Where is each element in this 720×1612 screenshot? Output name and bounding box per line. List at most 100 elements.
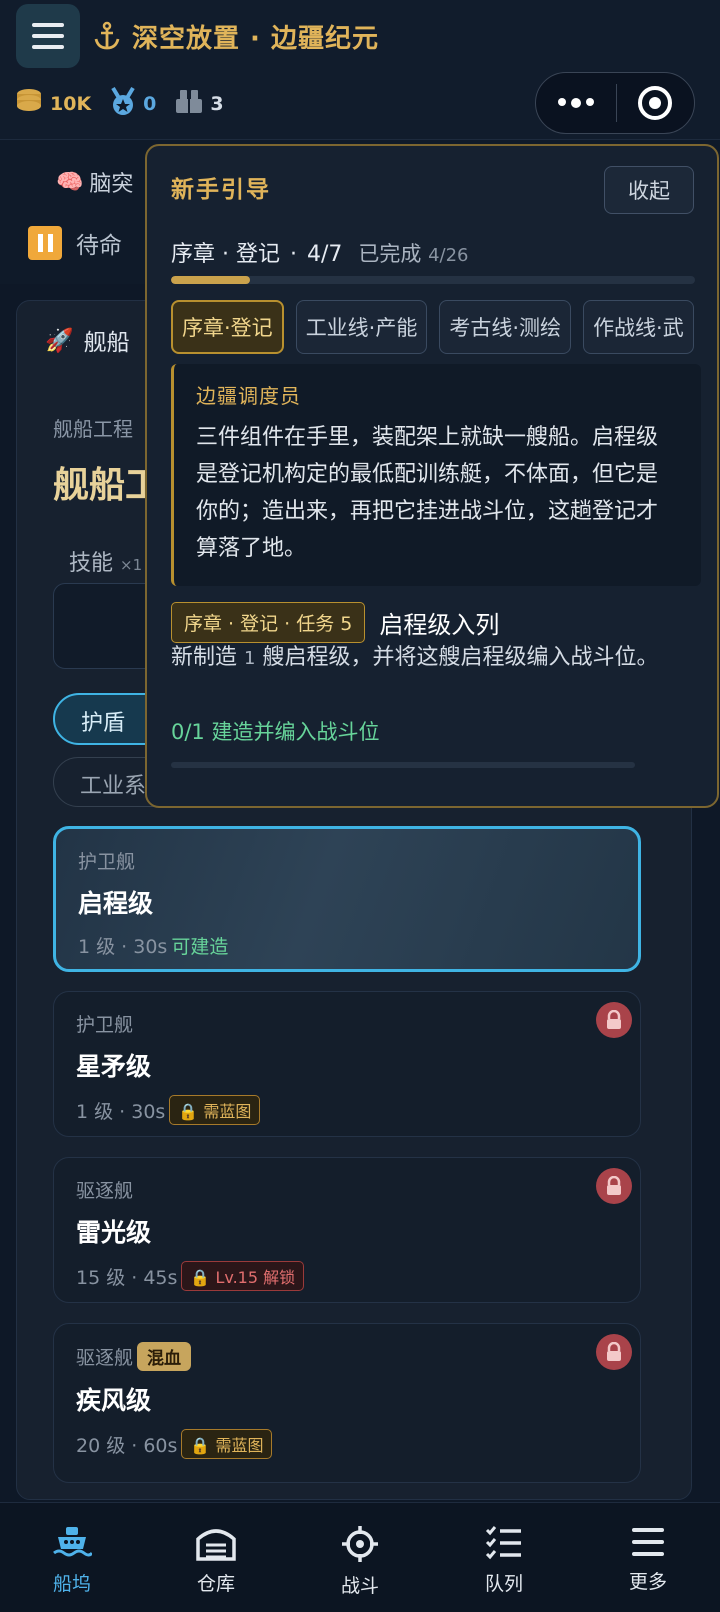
- step-count: 4/7: [306, 242, 343, 267]
- collapse-button[interactable]: 收起: [604, 166, 694, 214]
- medal-icon: [109, 86, 137, 121]
- hamburger-menu-button[interactable]: [16, 4, 80, 68]
- target-icon: [638, 86, 673, 120]
- ship-card[interactable]: 驱逐舰 混血 疾风级 20 级 · 60s 🔒 需蓝图: [53, 1323, 641, 1483]
- medals-value: 0: [143, 92, 157, 115]
- guide-title: 新手引导: [171, 177, 271, 203]
- guide-progress-fill: [171, 276, 250, 284]
- blueprint-required-tag: 🔒 需蓝图: [181, 1429, 273, 1459]
- app-title-text: 深空放置 · 边疆纪元: [132, 23, 379, 54]
- lock-icon: [596, 1334, 632, 1370]
- bottom-nav: 船坞 仓库 战斗 队列 更多: [0, 1502, 720, 1612]
- nav-battle[interactable]: 战斗: [288, 1503, 432, 1612]
- coins-icon: [14, 88, 44, 119]
- pause-icon: [28, 226, 62, 260]
- speech-text: 三件组件在手里，装配架上就缺一艘船。启程级是登记机构定的最低配训练艇，不体面，但…: [196, 425, 659, 561]
- task-desc-num: 1: [244, 648, 256, 669]
- pause-bar: [37, 234, 43, 252]
- anchor-icon: [92, 21, 122, 51]
- ship-class-text: 驱逐舰: [76, 1347, 134, 1369]
- tag-text: 需蓝图: [215, 1436, 264, 1455]
- resource-coins: 10K: [14, 88, 91, 119]
- panel-title: 舰船: [83, 330, 130, 356]
- checklist-icon: [485, 1525, 523, 1561]
- tag-text: 需蓝图: [203, 1102, 252, 1121]
- hybrid-tag: 混血: [137, 1342, 192, 1371]
- resource-bar: 10K 0 3: [14, 86, 224, 121]
- speaker-name: 边疆调度员: [196, 384, 301, 408]
- nav-label: 船坞: [52, 1573, 91, 1595]
- guide-progress-line: 序章 · 登记 · 4/7 已完成 4/26: [171, 236, 469, 268]
- tab-combat[interactable]: 作战线·武: [583, 300, 694, 354]
- guide-progress-bar: [171, 276, 695, 284]
- blocks-value: 3: [210, 92, 224, 115]
- ship-icon: [52, 1525, 92, 1561]
- ship-card[interactable]: 驱逐舰 雷光级 15 级 · 45s 🔒 Lv.15 解锁: [53, 1157, 641, 1303]
- ship-meta: 1 级 · 30s 🔒 需蓝图: [76, 1095, 618, 1125]
- nav-more[interactable]: 更多: [576, 1503, 720, 1612]
- tab-prologue[interactable]: 序章·登记: [171, 300, 284, 354]
- task-progress-bar: [171, 762, 635, 768]
- ship-meta: 15 级 · 45s 🔒 Lv.15 解锁: [76, 1261, 618, 1291]
- coins-value: 10K: [50, 92, 92, 115]
- ship-name: 雷光级: [76, 1218, 152, 1247]
- ship-card[interactable]: 护卫舰 星矛级 1 级 · 30s 🔒 需蓝图: [53, 991, 641, 1137]
- tag-text: Lv.15 解锁: [215, 1268, 296, 1287]
- buildable-status: 可建造: [171, 936, 229, 958]
- task-desc-b: 艘启程级，并将这艘启程级编入战斗位。: [262, 645, 659, 670]
- guide-tabs: 序章·登记 工业线·产能 考古线·测绘 作战线·武: [171, 300, 701, 354]
- standby-row[interactable]: 待命: [28, 226, 122, 260]
- rocket-icon: 🚀: [45, 327, 74, 354]
- pause-bar: [47, 234, 53, 252]
- standby-label: 待命: [76, 233, 122, 259]
- lock-icon: [596, 1002, 632, 1038]
- task-badge: 序章 · 登记 · 任务 5: [171, 602, 366, 643]
- tab-archaeology[interactable]: 考古线·测绘: [439, 300, 572, 354]
- dot: [570, 98, 581, 108]
- brain-icon: 🧠: [56, 169, 84, 195]
- ship-level-time: 20 级 · 60s: [76, 1434, 178, 1457]
- dispatcher-dialog: 边疆调度员 三件组件在手里，装配架上就缺一艘船。启程级是登记机构定的最低配训练艇…: [171, 364, 701, 586]
- nav-queue[interactable]: 队列: [432, 1503, 576, 1612]
- brain-row[interactable]: 🧠 脑突: [56, 166, 133, 198]
- menu-line: [32, 23, 64, 27]
- resource-blocks: 3: [174, 87, 224, 120]
- warehouse-icon: [194, 1525, 238, 1561]
- tab-industry[interactable]: 工业线·产能: [295, 300, 428, 354]
- level-unlock-tag: 🔒 Lv.15 解锁: [181, 1261, 305, 1291]
- ship-card[interactable]: 护卫舰 启程级 1 级 · 30s 可建造: [53, 826, 641, 972]
- more-options-button[interactable]: [536, 98, 616, 108]
- nav-label: 队列: [484, 1573, 523, 1595]
- resource-medals: 0: [109, 86, 156, 121]
- completed-count: 4/26: [428, 245, 469, 266]
- task-description: 新制造 1 艘启程级，并将这艘启程级编入战斗位。: [171, 640, 671, 677]
- lock-icon: [596, 1168, 632, 1204]
- brain-label: 脑突: [89, 172, 134, 197]
- ship-class: 护卫舰: [76, 1014, 134, 1036]
- blueprint-required-tag: 🔒 需蓝图: [169, 1095, 261, 1125]
- breadcrumb: 舰船工程: [53, 417, 133, 441]
- crosshair-icon: [341, 1525, 379, 1563]
- nav-warehouse[interactable]: 仓库: [144, 1503, 288, 1612]
- ship-name: 疾风级: [76, 1386, 152, 1415]
- chapter-name: 序章 · 登记: [171, 242, 280, 267]
- menu-line: [32, 34, 64, 38]
- skill-label: 技能 ×1: [69, 545, 142, 577]
- ship-level-time: 1 级 · 30s: [76, 1100, 166, 1123]
- task-desc-a: 新制造: [171, 645, 238, 670]
- ship-class: 护卫舰: [78, 851, 136, 873]
- ship-level-time: 1 级 · 30s: [78, 936, 168, 958]
- close-miniprogram-button[interactable]: [617, 86, 695, 120]
- ship-meta: 20 级 · 60s 🔒 需蓝图: [76, 1429, 618, 1459]
- nav-shipyard[interactable]: 船坞: [0, 1503, 144, 1612]
- nav-label: 仓库: [196, 1573, 235, 1595]
- skill-label-text: 技能: [69, 551, 114, 576]
- app-title: 深空放置 · 边疆纪元: [92, 16, 379, 56]
- target-dot: [649, 97, 662, 109]
- task-header: 序章 · 登记 · 任务 5 启程级入列: [171, 602, 499, 643]
- blocks-icon: [174, 87, 204, 120]
- ship-name: 星矛级: [76, 1052, 152, 1081]
- ship-name: 启程级: [78, 889, 154, 918]
- task-progress: 0/1 建造并编入战斗位: [171, 720, 380, 744]
- completed-label: 已完成: [358, 242, 422, 266]
